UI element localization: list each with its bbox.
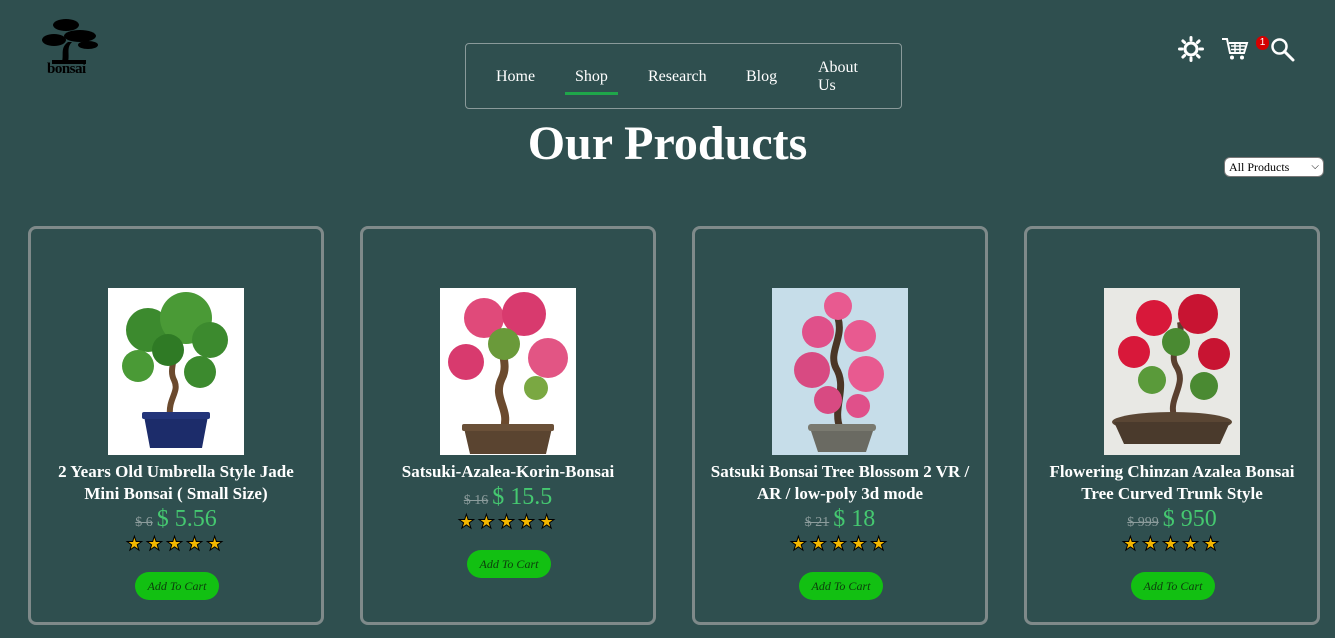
product-card: Satsuki-Azalea-Korin-Bonsai $ 16 $ 15.5 … [360,226,656,625]
original-price: $ 16 [463,493,489,508]
price-row: $ 6 $ 5.56 [31,506,321,536]
sun-icon[interactable] [1178,36,1204,62]
star-icon: ★ [518,512,539,534]
rating-stars: ★★★★★ [31,533,321,556]
filter-selected-value: All Products [1229,160,1290,174]
add-to-cart-button[interactable]: Add To Cart [799,572,883,600]
sale-price: $ 18 [833,506,876,532]
nav-shop[interactable]: Shop [565,68,618,95]
star-icon: ★ [538,512,559,534]
star-icon: ★ [870,534,891,556]
star-icon: ★ [457,512,478,534]
star-icon: ★ [809,534,830,556]
add-to-cart-button[interactable]: Add To Cart [467,550,551,578]
sale-price: $ 5.56 [156,506,217,532]
star-icon: ★ [789,534,810,556]
star-icon: ★ [497,512,519,534]
nav-home[interactable]: Home [496,68,535,86]
price-row: $ 21 $ 18 [695,506,985,536]
star-icon: ★ [165,534,187,556]
product-image-satsuki-blossom[interactable] [772,288,908,455]
original-price: $ 21 [804,515,830,530]
price-row: $ 999 $ 950 [1027,506,1317,536]
product-name[interactable]: Flowering Chinzan Azalea Bonsai Tree Cur… [1035,461,1309,505]
star-icon: ★ [1202,534,1223,556]
product-name[interactable]: Satsuki-Azalea-Korin-Bonsai [371,461,645,483]
search-icon[interactable] [1270,37,1295,62]
product-name[interactable]: 2 Years Old Umbrella Style Jade Mini Bon… [39,461,313,505]
rating-stars: ★★★★★ [1027,533,1317,556]
star-icon: ★ [1141,534,1162,556]
product-name[interactable]: Satsuki Bonsai Tree Blossom 2 VR / AR / … [703,461,977,505]
star-icon: ★ [1161,534,1183,556]
brand-name: bonsai [47,61,86,77]
cart-count-badge: 1 [1256,36,1269,50]
original-price: $ 999 [1127,515,1159,530]
star-icon: ★ [206,534,227,556]
star-icon: ★ [186,534,207,556]
star-icon: ★ [125,534,146,556]
star-icon: ★ [1182,534,1203,556]
star-icon: ★ [829,534,851,556]
main-nav: Home Shop Research Blog About Us [465,43,902,109]
product-image-satsuki-azalea[interactable] [440,288,576,455]
star-icon: ★ [850,534,871,556]
sale-price: $ 950 [1162,506,1217,532]
star-icon: ★ [145,534,166,556]
product-filter-select[interactable]: All Products ⌵ [1224,157,1324,177]
rating-stars: ★★★★★ [363,511,653,534]
product-image-chinzan-azalea[interactable] [1104,288,1240,455]
product-card: Flowering Chinzan Azalea Bonsai Tree Cur… [1024,226,1320,625]
bonsai-logo-icon [42,19,98,64]
star-icon: ★ [1121,534,1142,556]
brand-logo[interactable]: bonsai [40,16,102,80]
rating-stars: ★★★★★ [695,533,985,556]
star-icon: ★ [477,512,498,534]
nav-research[interactable]: Research [648,68,707,86]
product-card: 2 Years Old Umbrella Style Jade Mini Bon… [28,226,324,625]
sale-price: $ 15.5 [492,484,553,510]
cart-icon[interactable] [1221,36,1249,62]
add-to-cart-button[interactable]: Add To Cart [135,572,219,600]
nav-about-us[interactable]: About Us [818,59,874,95]
product-card: Satsuki Bonsai Tree Blossom 2 VR / AR / … [692,226,988,625]
product-image-jade-bonsai[interactable] [108,288,244,455]
page-title: Our Products [527,117,808,170]
add-to-cart-button[interactable]: Add To Cart [1131,572,1215,600]
chevron-down-icon: ⌵ [1311,161,1319,172]
original-price: $ 6 [135,515,153,530]
nav-blog[interactable]: Blog [746,68,777,86]
price-row: $ 16 $ 15.5 [363,484,653,514]
